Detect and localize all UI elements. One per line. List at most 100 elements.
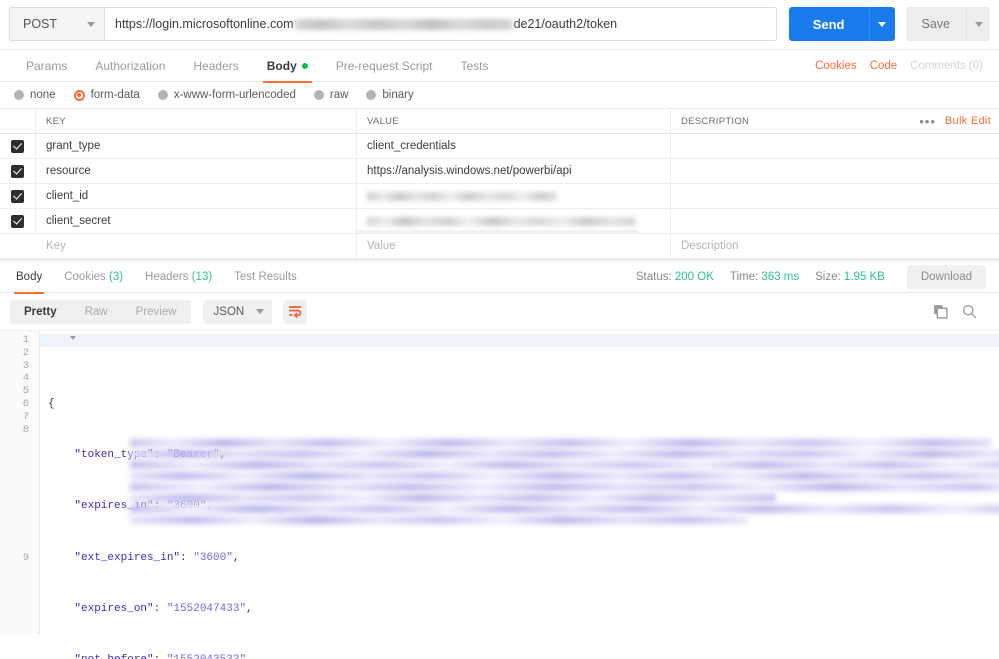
response-tab-headers[interactable]: Headers (13) <box>134 262 223 293</box>
code-token: "3600" <box>193 551 233 564</box>
tab-pre-request-script[interactable]: Pre-request Script <box>322 50 447 82</box>
row-checkbox[interactable] <box>11 139 24 153</box>
row-value[interactable]: https://analysis.windows.net/powerbi/api <box>357 159 671 183</box>
line-number: 7 <box>22 410 29 423</box>
save-button[interactable]: Save <box>905 7 966 41</box>
radio-icon <box>366 90 377 100</box>
word-wrap-toggle[interactable] <box>283 299 308 324</box>
row-description[interactable] <box>671 209 999 233</box>
row-checkbox[interactable] <box>11 214 24 228</box>
code-line: { <box>48 398 999 411</box>
time-group: Time: 363 ms <box>730 271 799 283</box>
view-mode-raw[interactable]: Raw <box>71 300 122 324</box>
response-format-select[interactable]: JSON <box>202 299 273 324</box>
save-options-button[interactable] <box>966 7 990 41</box>
body-type-binary[interactable]: binary <box>366 89 414 101</box>
copy-icon[interactable] <box>933 304 948 319</box>
empty-row-value-input[interactable]: Value <box>357 234 671 258</box>
status-label: Status: <box>635 271 672 283</box>
line-number-gutter: 1 2 3 4 5 6 7 8 9 <box>0 331 40 635</box>
row-value[interactable] <box>357 209 671 233</box>
code-token: , <box>246 602 253 615</box>
active-line-highlight <box>40 334 999 347</box>
line-number: 3 <box>22 359 29 372</box>
size-group: Size: 1.95 KB <box>815 271 885 283</box>
tab-label: Body <box>266 58 297 73</box>
line-number: 8 <box>22 423 29 436</box>
table-row: client_secret <box>0 209 999 234</box>
row-description[interactable] <box>671 159 999 183</box>
code-token: "expires_on" <box>48 602 154 615</box>
value-horizontal-scrollbar[interactable] <box>357 230 639 233</box>
response-body-editor[interactable]: 1 2 3 4 5 6 7 8 9 { "token_type": "Beare… <box>0 330 999 659</box>
bulk-edit-button[interactable]: Bulk Edit <box>945 115 991 127</box>
tab-authorization[interactable]: Authorization <box>81 50 179 82</box>
search-icon[interactable] <box>962 304 977 319</box>
empty-row-key-input[interactable]: Key <box>36 234 357 258</box>
body-type-raw[interactable]: raw <box>313 89 348 101</box>
row-checkbox-cell <box>0 159 36 183</box>
fold-arrow-icon[interactable] <box>70 336 76 340</box>
row-value[interactable] <box>357 184 671 208</box>
row-key[interactable]: grant_type <box>36 134 357 158</box>
request-tabs: Params Authorization Headers Body Pre-re… <box>0 50 999 83</box>
tab-label: Headers <box>193 58 239 73</box>
more-options-icon[interactable]: ••• <box>919 115 936 128</box>
row-description[interactable] <box>671 184 999 208</box>
radio-icon <box>313 90 324 100</box>
response-tab-cookies[interactable]: Cookies (3) <box>53 262 134 293</box>
http-method-select[interactable]: POST <box>9 7 105 41</box>
body-modified-dot-icon <box>301 63 308 70</box>
radio-label: form-data <box>90 89 140 101</box>
code-token: "ext_expires_in" <box>48 551 181 564</box>
tab-tests[interactable]: Tests <box>446 50 502 82</box>
row-key[interactable]: client_secret <box>36 209 357 233</box>
tab-params[interactable]: Params <box>12 50 81 82</box>
chevron-down-icon <box>87 21 95 27</box>
empty-row-description-input[interactable]: Description <box>671 234 999 258</box>
code-token: "not_before" <box>48 654 153 659</box>
chevron-down-icon <box>256 309 265 314</box>
comments-link[interactable]: Comments (0) <box>910 60 983 72</box>
size-value: 1.95 KB <box>843 271 885 283</box>
radio-icon <box>14 90 24 100</box>
redacted-client-secret-value <box>367 216 635 226</box>
row-key[interactable]: client_id <box>36 184 357 208</box>
code-content[interactable]: { "token_type": "Bearer", "expires_in": … <box>40 331 999 659</box>
response-view-controls: Pretty Raw Preview JSON <box>0 293 999 330</box>
row-key[interactable]: resource <box>36 159 357 183</box>
request-tabs-actions: Cookies Code Comments (0) <box>815 60 987 72</box>
body-type-form-data[interactable]: form-data <box>73 89 140 101</box>
cookies-link[interactable]: Cookies <box>815 60 857 72</box>
response-tab-body[interactable]: Body <box>5 262 53 294</box>
header-description: DESCRIPTION <box>681 115 750 127</box>
tab-label: Pre-request Script <box>335 58 433 73</box>
send-button-group: Send <box>788 7 895 41</box>
status-group: Status: 200 OK <box>636 271 714 283</box>
tab-label: Tests <box>460 58 489 73</box>
row-checkbox[interactable] <box>11 189 24 203</box>
table-row: resource https://analysis.windows.net/po… <box>0 159 999 184</box>
body-type-x-www-form-urlencoded[interactable]: x-www-form-urlencoded <box>157 89 296 101</box>
view-mode-preview[interactable]: Preview <box>122 300 191 324</box>
row-checkbox[interactable] <box>11 164 24 178</box>
row-value[interactable]: client_credentials <box>357 134 671 158</box>
body-type-none[interactable]: none <box>14 89 56 101</box>
send-options-button[interactable] <box>868 7 895 41</box>
tab-label: Headers <box>145 270 189 283</box>
table-header-row: KEY VALUE DESCRIPTION ••• Bulk Edit <box>0 109 999 134</box>
code-token: : <box>153 602 167 615</box>
header-checkbox-cell <box>0 109 36 133</box>
view-mode-pretty[interactable]: Pretty <box>10 300 71 324</box>
request-url-input[interactable]: https://login.microsoftonline.com de21/oa… <box>105 7 777 41</box>
tab-headers[interactable]: Headers <box>179 50 252 82</box>
response-tab-test-results[interactable]: Test Results <box>223 262 308 293</box>
code-link[interactable]: Code <box>870 60 898 72</box>
download-button[interactable]: Download <box>906 265 986 289</box>
table-row: grant_type client_credentials <box>0 134 999 159</box>
empty-row-checkbox-cell <box>0 234 36 258</box>
tab-body[interactable]: Body <box>253 50 322 83</box>
status-value: 200 OK <box>674 271 714 283</box>
row-description[interactable] <box>671 134 999 158</box>
send-button[interactable]: Send <box>788 7 869 41</box>
